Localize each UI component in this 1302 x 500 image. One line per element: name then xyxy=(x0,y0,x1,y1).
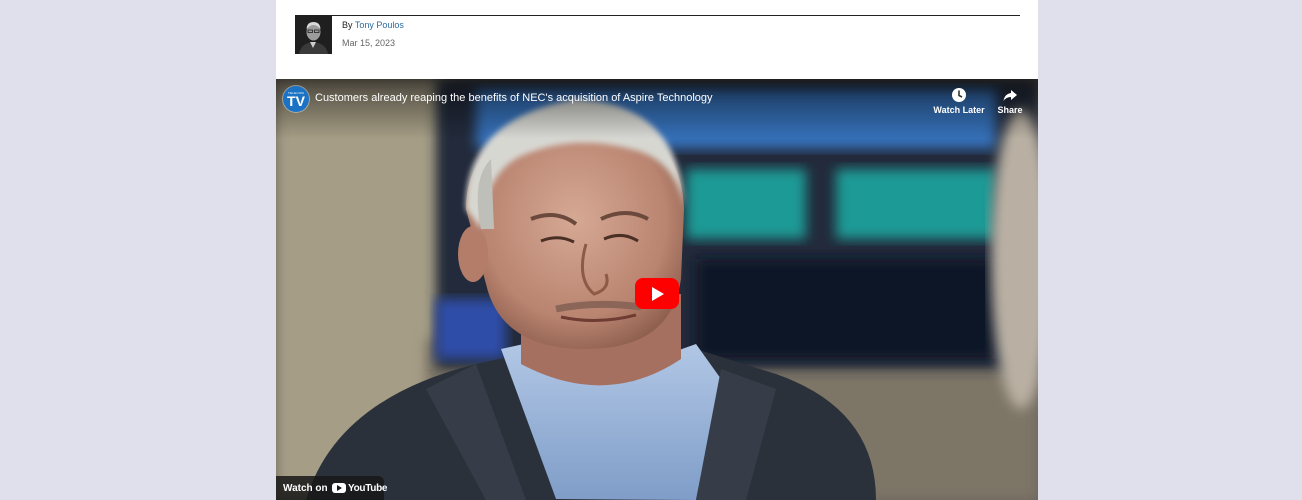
author-divider xyxy=(295,15,1020,16)
play-button[interactable] xyxy=(635,278,679,309)
watch-later-button[interactable]: Watch Later xyxy=(933,87,985,115)
author-link[interactable]: Tony Poulos xyxy=(355,20,404,30)
video-title[interactable]: Customers already reaping the benefits o… xyxy=(315,92,713,104)
watch-on-label: Watch on xyxy=(283,483,328,494)
video-player[interactable]: TELECOM TV Customers already reaping the… xyxy=(276,79,1038,500)
video-top-bar xyxy=(276,79,1038,139)
watch-on-youtube-button[interactable]: Watch on YouTube xyxy=(276,476,388,500)
share-arrow-icon xyxy=(1003,90,1017,101)
channel-logo[interactable]: TELECOM TV xyxy=(283,86,309,112)
youtube-logo-icon xyxy=(332,483,346,493)
share-button[interactable]: Share xyxy=(994,87,1026,115)
watch-later-label: Watch Later xyxy=(933,105,985,115)
author-avatar[interactable] xyxy=(295,15,332,54)
publish-date: Mar 15, 2023 xyxy=(342,38,396,48)
clock-icon xyxy=(952,88,966,102)
share-label: Share xyxy=(997,105,1023,115)
byline-prefix: By xyxy=(342,20,353,30)
channel-logo-text: TV xyxy=(287,93,305,109)
article-content: By Tony Poulos Mar 15, 2023 TELECOM TV C… xyxy=(276,0,1038,500)
byline: By Tony Poulos xyxy=(342,20,404,30)
youtube-wordmark: YouTube xyxy=(348,483,388,494)
